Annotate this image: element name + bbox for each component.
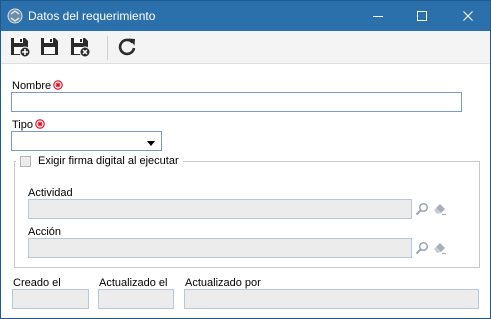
refresh-icon <box>118 38 136 56</box>
signature-checkbox-label: Exigir firma digital al ejecutar <box>38 155 179 167</box>
close-button[interactable] <box>449 1 487 31</box>
title-bar[interactable]: Datos del requerimiento <box>1 1 490 31</box>
minimize-icon <box>373 16 383 17</box>
save-icon <box>41 38 58 55</box>
eraser-icon <box>434 204 446 216</box>
requirement-data-window: Datos del requerimiento Nombre Tipo Exig… <box>0 0 491 319</box>
eraser-icon <box>434 243 446 255</box>
toolbar-separator <box>107 36 108 60</box>
refresh-button[interactable] <box>115 35 139 59</box>
tipo-select[interactable] <box>11 131 162 151</box>
actualizado-el-field <box>98 289 174 309</box>
save-new-icon <box>11 38 31 58</box>
accion-clear-button[interactable] <box>432 240 448 256</box>
signature-checkbox[interactable] <box>20 155 31 167</box>
close-icon <box>463 11 473 21</box>
chevron-down-icon <box>147 138 155 150</box>
minimize-button[interactable] <box>359 1 397 31</box>
save-new-button[interactable] <box>8 35 32 59</box>
save-button[interactable] <box>38 35 62 59</box>
accion-input <box>28 238 412 258</box>
save-close-button[interactable] <box>68 35 92 59</box>
accion-search-button[interactable] <box>414 240 430 256</box>
maximize-button[interactable] <box>403 1 441 31</box>
maximize-icon <box>417 11 427 21</box>
app-icon <box>7 8 23 24</box>
actividad-clear-button[interactable] <box>432 201 448 217</box>
search-icon <box>415 241 429 255</box>
actividad-input <box>28 199 412 219</box>
signature-legend[interactable]: Exigir firma digital al ejecutar <box>16 154 183 168</box>
search-icon <box>415 202 429 216</box>
window-title: Datos del requerimiento <box>28 9 156 23</box>
save-close-icon <box>71 38 91 58</box>
actividad-search-button[interactable] <box>414 201 430 217</box>
toolbar <box>1 31 490 64</box>
nombre-input[interactable] <box>11 92 462 112</box>
actualizado-por-field <box>184 289 479 309</box>
creado-el-field <box>12 289 89 309</box>
